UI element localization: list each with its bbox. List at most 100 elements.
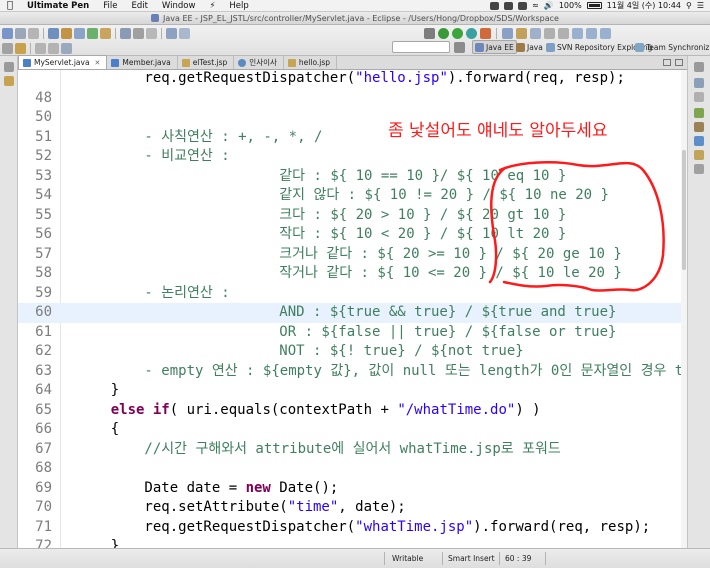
status-writable: Writable	[392, 554, 424, 563]
perspective-label: Java	[527, 42, 543, 52]
restore-icon[interactable]	[4, 62, 14, 72]
open-perspective-icon[interactable]	[502, 27, 513, 39]
apple-menu-icon[interactable]: 	[0, 0, 20, 11]
status-area: ≈ 🔊 100% 11월 4일 (수) 10:44 ⚲ ☰	[490, 0, 710, 11]
edit-icon[interactable]	[133, 27, 144, 39]
open-type-icon[interactable]	[74, 27, 85, 39]
console-icon[interactable]	[694, 164, 704, 174]
perspective-label: Java EE	[486, 42, 514, 52]
snippets-icon[interactable]	[694, 150, 704, 160]
task-icon[interactable]	[179, 27, 190, 39]
forward-icon[interactable]	[600, 27, 611, 39]
menu-file[interactable]: File	[96, 1, 124, 11]
task-list-icon[interactable]	[694, 92, 704, 102]
tab-eltest[interactable]: elTest.jsp	[178, 56, 235, 69]
separator	[545, 552, 546, 565]
separator	[499, 552, 500, 565]
format-icon[interactable]	[146, 27, 157, 39]
editor-window-controls	[663, 56, 687, 69]
debug-icon[interactable]	[438, 27, 449, 39]
window-title-bar: Java EE - JSP_EL_JSTL/src/controller/MyS…	[0, 12, 710, 25]
menu-window[interactable]: Window	[155, 1, 203, 11]
status-insert-mode[interactable]: Smart Insert	[448, 553, 495, 564]
perspective-team-sync[interactable]: Team Synchronizing	[633, 40, 710, 54]
quick-access-input[interactable]	[392, 41, 450, 53]
java-icon	[516, 42, 525, 52]
team-sync-icon	[635, 42, 644, 52]
folder-icon[interactable]	[516, 27, 527, 39]
java-file-icon	[23, 58, 31, 67]
left-trim-bar	[0, 56, 18, 548]
nav-next-icon[interactable]	[48, 42, 59, 54]
dropbox-icon[interactable]	[490, 1, 500, 10]
server-icon[interactable]	[48, 27, 59, 39]
data-source-icon[interactable]	[694, 136, 704, 146]
menu-bar:  Ultimate Pen File Edit Window ⚡ Help ≈…	[0, 0, 710, 12]
tab-label: 인사이사	[249, 58, 277, 67]
run-icon[interactable]	[452, 27, 463, 39]
servers-icon[interactable]	[694, 122, 704, 132]
new-folder-icon[interactable]	[100, 27, 111, 39]
package-icon[interactable]	[61, 27, 72, 39]
perspective-java-ee[interactable]: Java EE	[472, 40, 517, 54]
status-icon-3[interactable]	[518, 1, 528, 10]
tab-myservlet[interactable]: MyServlet.java ✕	[18, 55, 108, 69]
save-icon[interactable]	[15, 27, 26, 39]
web-browser-icon[interactable]	[530, 27, 541, 39]
markers-icon[interactable]	[694, 108, 704, 118]
scrollbar-thumb[interactable]	[682, 150, 686, 270]
open-perspective-button-icon[interactable]	[454, 42, 465, 53]
battery-percent: 100%	[558, 1, 582, 10]
bookmark-icon[interactable]	[166, 27, 177, 39]
menu-clock[interactable]: 11월 4일 (수) 10:44	[607, 0, 681, 11]
menu-help[interactable]: Help	[222, 1, 255, 11]
close-icon[interactable]: ✕	[95, 59, 101, 67]
wifi-icon[interactable]: ≈	[532, 1, 539, 10]
mark-icon[interactable]	[15, 42, 26, 54]
eclipse-doc-icon	[151, 14, 160, 22]
jsp-file-icon	[181, 58, 190, 67]
lightning-icon[interactable]: ⚡	[202, 1, 222, 11]
volume-icon[interactable]: 🔊	[544, 1, 554, 10]
java-file-icon	[111, 58, 120, 67]
save-all-icon[interactable]	[28, 27, 39, 39]
new-icon[interactable]	[2, 27, 13, 39]
right-trim-bar	[687, 56, 710, 548]
coverage-icon[interactable]	[466, 27, 477, 39]
new-class-icon[interactable]	[87, 27, 98, 39]
pin-icon[interactable]	[61, 42, 72, 54]
window-title: Java EE - JSP_EL_JSTL/src/controller/MyS…	[163, 13, 559, 23]
spotlight-icon[interactable]: ⚲	[686, 1, 692, 10]
restore-icon[interactable]	[694, 62, 704, 72]
last-edit-icon[interactable]	[572, 27, 583, 39]
main-toolbar: Java EE Java SVN Repository Exploring Te…	[0, 25, 710, 56]
next-annotation-icon[interactable]	[544, 27, 555, 39]
perspective-java[interactable]: Java	[514, 40, 545, 54]
back-icon[interactable]	[586, 27, 597, 39]
outline-icon[interactable]	[694, 78, 704, 88]
code-editor[interactable]: req.getRequestDispatcher("hello.jsp").fo…	[18, 70, 687, 548]
app-menu[interactable]: Ultimate Pen	[20, 1, 96, 11]
settings-icon[interactable]	[424, 27, 435, 39]
search-icon[interactable]	[120, 27, 131, 39]
javaee-icon	[475, 42, 484, 52]
separator	[115, 27, 116, 39]
tab-browser[interactable]: 인사이사	[234, 56, 284, 69]
external-tools-icon[interactable]	[480, 27, 491, 39]
maximize-icon[interactable]	[675, 59, 683, 66]
prev-annotation-icon[interactable]	[558, 27, 569, 39]
notification-icon[interactable]: ☰	[697, 1, 704, 10]
tab-member[interactable]: Member.java	[107, 56, 178, 69]
minimize-icon[interactable]	[663, 59, 671, 66]
annotation-layer	[488, 161, 665, 292]
package-explorer-icon[interactable]	[4, 76, 14, 86]
toggle-icon[interactable]	[2, 42, 13, 54]
separator	[43, 27, 44, 39]
tab-hello[interactable]: hello.jsp	[284, 56, 338, 69]
nav-prev-icon[interactable]	[35, 42, 46, 54]
battery-icon[interactable]	[586, 2, 602, 9]
status-icon-2[interactable]	[504, 1, 514, 10]
tab-label: Member.java	[122, 58, 171, 67]
toolbar-row-1	[2, 26, 190, 40]
menu-edit[interactable]: Edit	[124, 1, 154, 11]
